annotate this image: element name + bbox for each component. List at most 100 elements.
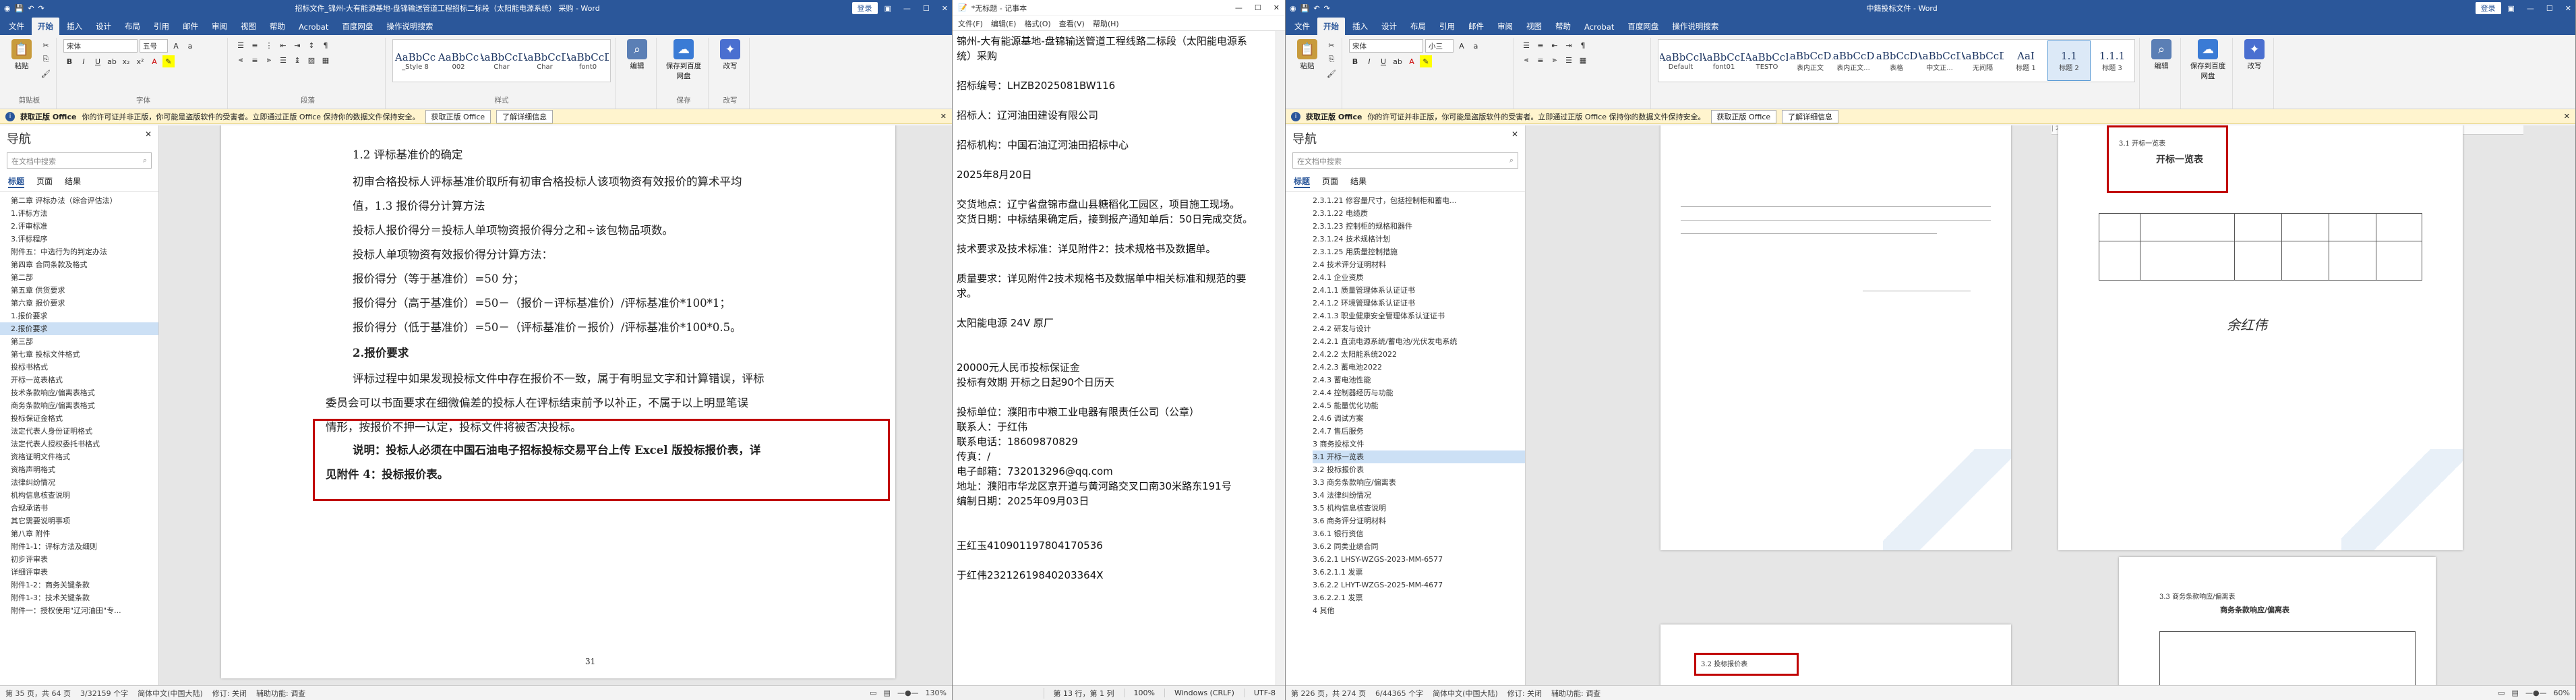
- increase-indent-icon[interactable]: ⇥: [291, 39, 303, 51]
- nav-heading-item[interactable]: 2.4.2.3 蓄电池2022: [1313, 361, 1525, 374]
- style-item[interactable]: 1.1.1 标题 3: [2091, 41, 2133, 80]
- get-office-button[interactable]: 获取正版 Office: [1710, 109, 1777, 123]
- multilevel-icon[interactable]: ⋮: [263, 39, 275, 51]
- nav-heading-item[interactable]: 第二部: [0, 271, 158, 284]
- superscript-icon[interactable]: x²: [134, 55, 146, 67]
- nav-heading-item[interactable]: 附件1-1：评标方法及细则: [0, 540, 158, 553]
- zoom-slider[interactable]: —●—: [897, 689, 919, 697]
- nav-heading-item[interactable]: 资格声明格式: [0, 463, 158, 476]
- tab-insert[interactable]: 插入: [1346, 18, 1374, 35]
- strikethrough-icon[interactable]: ab: [106, 55, 118, 67]
- nav-heading-item[interactable]: 3.6.2.2 LHYT-WZGS-2025-MM-4677: [1313, 579, 1525, 591]
- menu-file[interactable]: 文件(F): [958, 18, 983, 29]
- menu-help[interactable]: 帮助(H): [1093, 18, 1119, 29]
- grow-font-icon[interactable]: A: [170, 40, 182, 52]
- align-left-icon[interactable]: ⫷: [1520, 54, 1532, 66]
- ribbon-display-icon[interactable]: ▣: [2508, 4, 2515, 13]
- menu-edit[interactable]: 编辑(E): [991, 18, 1017, 29]
- nav-heading-item[interactable]: 3.1 开标一览表: [1313, 450, 1525, 463]
- nav-heading-item[interactable]: 第七章 投标文件格式: [0, 348, 158, 361]
- nav-search-input[interactable]: 在文档中搜索 ⌕: [1292, 152, 1518, 169]
- nav-heading-item[interactable]: 2.4.7 售后服务: [1313, 425, 1525, 438]
- style-item[interactable]: AaBbCcI TESTO: [1746, 41, 1788, 80]
- paste-button[interactable]: 📋 粘贴: [1292, 39, 1322, 71]
- nav-close-icon[interactable]: ✕: [145, 129, 152, 147]
- align-center-icon[interactable]: ≡: [249, 54, 261, 66]
- rewrite-button[interactable]: ✦ 改写: [2240, 39, 2269, 71]
- nav-heading-item[interactable]: 2.评审标准: [0, 220, 158, 233]
- nav-heading-item[interactable]: 附件一：授权使用"辽河油田"专...: [0, 604, 158, 617]
- nav-heading-item[interactable]: 3.6.2.2.1 发票: [1313, 591, 1525, 604]
- decrease-indent-icon[interactable]: ⇤: [277, 39, 289, 51]
- tab-mailings[interactable]: 邮件: [1462, 18, 1490, 35]
- nav-heading-item[interactable]: 2.4.1.1 质量管理体系认证证书: [1313, 284, 1525, 297]
- style-item[interactable]: AaBbCcDChar: [481, 41, 522, 80]
- nav-heading-item[interactable]: 详细评审表: [0, 566, 158, 579]
- font-size-box[interactable]: 五号: [140, 39, 168, 53]
- font-name-box[interactable]: 宋体: [1349, 39, 1423, 53]
- nav-heading-item[interactable]: 2.3.1.23 控制柜的规格和器件: [1313, 220, 1525, 233]
- align-center-icon[interactable]: ≡: [1534, 54, 1547, 66]
- paste-button[interactable]: 📋 粘贴: [7, 39, 36, 71]
- style-item[interactable]: AaBbCcD 无间隔: [1962, 41, 2004, 80]
- maximize-icon[interactable]: ☐: [923, 4, 930, 13]
- tab-baidu[interactable]: 百度网盘: [1621, 18, 1665, 35]
- nav-heading-item[interactable]: 2.4.1.2 环境管理体系认证证书: [1313, 297, 1525, 310]
- cut-icon[interactable]: ✂: [40, 39, 52, 51]
- read-mode-icon[interactable]: ▤: [2512, 689, 2519, 697]
- nav-search-input[interactable]: 在文档中搜索 ⌕: [7, 152, 152, 169]
- menu-view[interactable]: 查看(V): [1059, 18, 1085, 29]
- close-icon[interactable]: ✕: [1274, 3, 1280, 12]
- nav-tab-headings[interactable]: 标题: [8, 175, 25, 188]
- style-item[interactable]: 1.1 标题 2: [2047, 40, 2091, 81]
- nav-heading-item[interactable]: 3.3 商务条款响应/偏离表: [1313, 476, 1525, 489]
- nav-heading-item[interactable]: 3.2 投标报价表: [1313, 463, 1525, 476]
- zoom-slider[interactable]: —●—: [2525, 689, 2547, 697]
- italic-icon[interactable]: I: [78, 55, 90, 67]
- menu-format[interactable]: 格式(O): [1024, 18, 1050, 29]
- nav-heading-item[interactable]: 商务条款响应/偏离表格式: [0, 399, 158, 412]
- show-marks-icon[interactable]: ¶: [1577, 39, 1589, 51]
- minimize-icon[interactable]: —: [903, 4, 911, 13]
- nav-heading-item[interactable]: 第五章 供货要求: [0, 284, 158, 297]
- nav-heading-item[interactable]: 3.6 商务评分证明材料: [1313, 515, 1525, 527]
- nav-heading-item[interactable]: 2.3.1.22 电缆质: [1313, 207, 1525, 220]
- borders-icon[interactable]: ▦: [320, 54, 332, 66]
- nav-heading-item[interactable]: 其它需要说明事项: [0, 515, 158, 527]
- autosave-icon[interactable]: ◉: [4, 4, 11, 13]
- style-item[interactable]: AaBbCc 002: [438, 41, 479, 80]
- nav-heading-item[interactable]: 3.6.1 银行资信: [1313, 527, 1525, 540]
- align-right-icon[interactable]: ⫸: [1549, 54, 1561, 66]
- tab-layout[interactable]: 布局: [119, 18, 146, 35]
- tab-design[interactable]: 设计: [90, 18, 117, 35]
- nav-heading-item[interactable]: 2.3.1.21 修容量尺寸，包括控制柜和蓄电...: [1313, 194, 1525, 207]
- nav-heading-item[interactable]: 资格证明文件格式: [0, 450, 158, 463]
- justify-icon[interactable]: ☰: [277, 54, 289, 66]
- nav-heading-item[interactable]: 2.4 技术评分证明材料: [1313, 258, 1525, 271]
- copy-icon[interactable]: ⎘: [40, 53, 52, 65]
- nav-heading-item[interactable]: 第六章 报价要求: [0, 297, 158, 310]
- shrink-font-icon[interactable]: a: [184, 40, 196, 52]
- nav-heading-item[interactable]: 2.4.3 蓄电池性能: [1313, 374, 1525, 386]
- tab-baidu[interactable]: 百度网盘: [336, 18, 379, 35]
- nav-close-icon[interactable]: ✕: [1511, 129, 1518, 147]
- nav-heading-item[interactable]: 投标保证金格式: [0, 412, 158, 425]
- tab-view[interactable]: 视图: [235, 18, 262, 35]
- nav-heading-item[interactable]: 初步评审表: [0, 553, 158, 566]
- shrink-font-icon[interactable]: a: [1470, 40, 1482, 52]
- save-icon[interactable]: 💾: [15, 4, 24, 13]
- notepad-scrollbar[interactable]: [1276, 31, 1285, 685]
- tab-help[interactable]: 帮助: [1549, 18, 1577, 35]
- nav-heading-item[interactable]: 第三部: [0, 335, 158, 348]
- style-item[interactable]: AaBbCcDfont0: [567, 41, 609, 80]
- minimize-icon[interactable]: —: [1235, 3, 1242, 12]
- line-spacing-icon[interactable]: ↨: [291, 54, 303, 66]
- undo-icon[interactable]: ↶: [1313, 4, 1319, 13]
- nav-heading-item[interactable]: 法定代表人授权委托书格式: [0, 438, 158, 450]
- font-color-icon[interactable]: A: [1406, 55, 1418, 67]
- nav-heading-item[interactable]: 2.4.2 研发与设计: [1313, 322, 1525, 335]
- read-mode-icon[interactable]: ▤: [884, 689, 891, 697]
- edit-button[interactable]: ⌕ 编辑: [622, 39, 652, 71]
- tab-references[interactable]: 引用: [148, 18, 175, 35]
- justify-icon[interactable]: ☰: [1563, 54, 1575, 66]
